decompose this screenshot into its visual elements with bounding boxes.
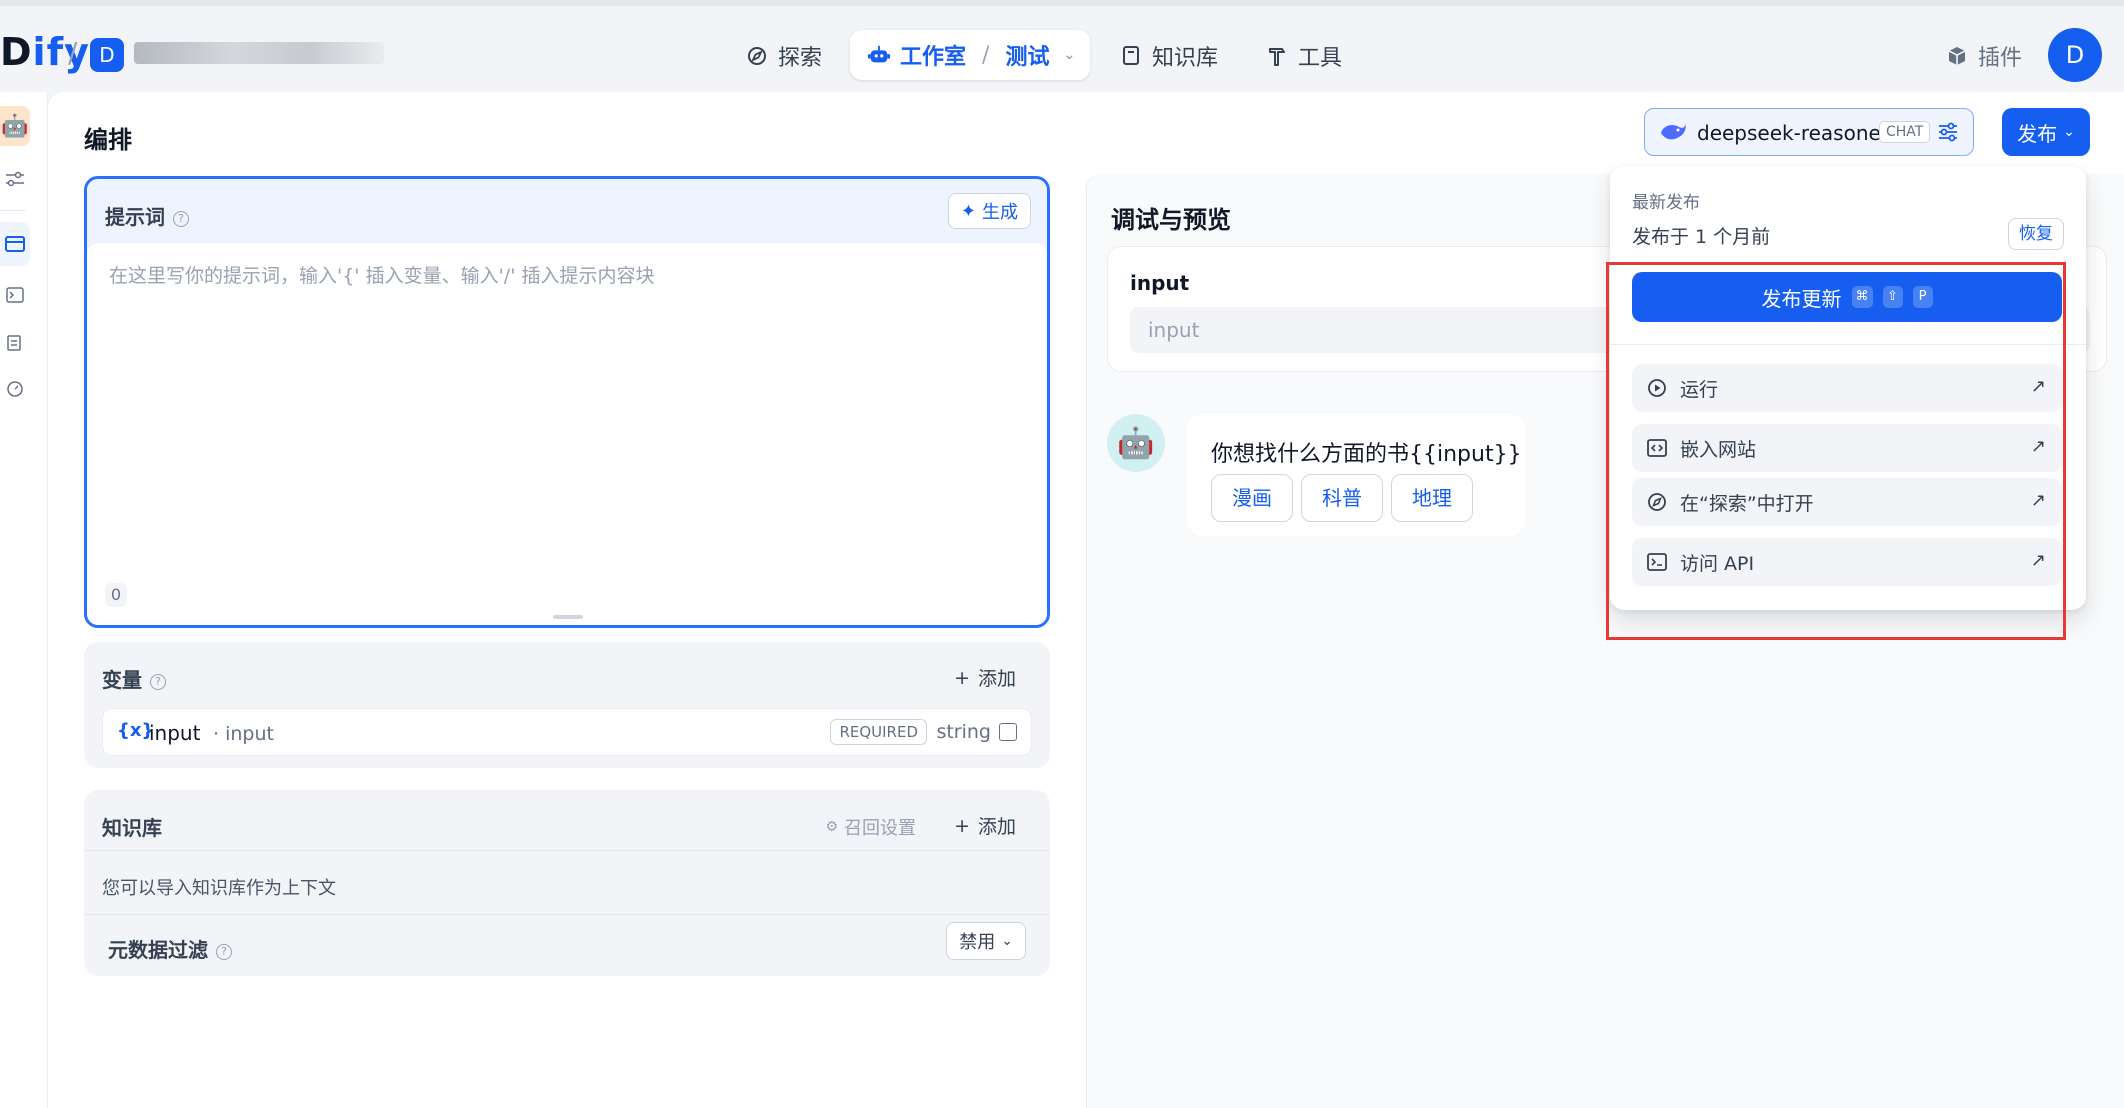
chat-message: 你想找什么方面的书{{input}} 漫画 科普 地理 [1187, 414, 1525, 536]
prompt-label: 提示词? [105, 201, 189, 230]
nav-tools[interactable]: 工具 [1266, 36, 1342, 76]
model-name: deepseek-reasoner [1697, 121, 1890, 145]
app-sidebar: 🤖 [0, 92, 48, 1108]
nav-plugins[interactable]: 插件 [1946, 36, 2022, 76]
robot-icon [868, 44, 890, 66]
variable-label: · input [213, 723, 274, 745]
cube-icon [1946, 45, 1968, 67]
logs-icon[interactable] [0, 328, 30, 358]
add-variable-label: 添加 [977, 668, 1016, 690]
prompt-char-count: 0 [105, 583, 127, 607]
metadata-filter-select[interactable]: 禁用 ⌄ [946, 922, 1026, 960]
prompt-header: 提示词? ✦ 生成 [87, 179, 1047, 243]
user-avatar[interactable]: D [2048, 28, 2102, 82]
generate-label: 生成 [982, 202, 1018, 223]
variable-type: string [936, 721, 991, 743]
app-icon[interactable]: 🤖 [0, 106, 30, 146]
hammer-icon [1266, 45, 1288, 67]
add-knowledge-button[interactable]: + 添加 [954, 812, 1016, 839]
book-icon [1120, 45, 1142, 67]
add-knowledge-label: 添加 [977, 816, 1016, 838]
deepseek-whale-icon [1661, 124, 1686, 140]
page-title: 编排 [84, 126, 132, 154]
bot-avatar: 🤖 [1107, 414, 1165, 472]
edit-variable-icon[interactable] [999, 723, 1017, 741]
divider [84, 850, 1050, 851]
nav-knowledge-label: 知识库 [1152, 46, 1219, 71]
chevron-down-icon: ⌄ [1001, 933, 1013, 949]
metadata-filter-title: 元数据过滤? [108, 934, 232, 963]
chat-message-text: 你想找什么方面的书{{input}} [1211, 442, 1522, 467]
suggestion-button[interactable]: 科普 [1301, 474, 1383, 522]
compass-icon [746, 45, 768, 67]
metadata-filter-value: 禁用 [959, 932, 996, 953]
required-badge: REQUIRED [830, 719, 927, 745]
orchestrate-icon[interactable] [0, 222, 30, 266]
model-params-icon[interactable] [1937, 121, 1959, 143]
variables-title: 变量? [102, 664, 166, 693]
plus-icon: + [954, 814, 970, 837]
help-icon[interactable]: ? [173, 210, 189, 227]
model-selector[interactable]: deepseek-reasoner CHAT [1644, 108, 1974, 156]
debug-title: 调试与预览 [1111, 206, 1231, 234]
top-navbar: Dify / D 探索 工作室 / 测试 ⌄ 知识库 工具 插件 D [0, 0, 2124, 92]
settings-sliders-icon[interactable] [0, 164, 30, 194]
nav-explore-label: 探索 [778, 46, 823, 71]
dashboard-gauge-icon[interactable] [0, 374, 30, 404]
help-icon[interactable]: ? [216, 943, 232, 960]
nav-tools-label: 工具 [1298, 46, 1343, 71]
suggestion-button[interactable]: 漫画 [1211, 474, 1293, 522]
nav-studio[interactable]: 工作室 / 测试 ⌄ [850, 30, 1090, 80]
workspace-name-blurred[interactable] [134, 42, 384, 64]
rail-divider [0, 210, 26, 211]
prompt-placeholder: 在这里写你的提示词，输入'{' 插入变量、输入'/' 插入提示内容块 [109, 265, 655, 287]
knowledge-title: 知识库 [102, 816, 162, 840]
nav-studio-app[interactable]: 测试 [1005, 39, 1049, 71]
debug-input-placeholder: input [1148, 318, 1200, 342]
suggestion-button[interactable]: 地理 [1391, 474, 1473, 522]
nav-separator: / [982, 42, 990, 68]
knowledge-card: 知识库 ⚙ 召回设置 + 添加 您可以导入知识库作为上下文 元数据过滤? 禁用 … [84, 790, 1050, 976]
divider [84, 914, 1050, 915]
sparkle-icon: ✦ [960, 200, 976, 222]
model-mode-badge: CHAT [1879, 121, 1931, 143]
settings-sliders-icon: ⚙ [825, 819, 838, 835]
knowledge-description: 您可以导入知识库作为上下文 [102, 878, 336, 899]
restore-button[interactable]: 恢复 [2008, 218, 2064, 250]
prompt-editor-card: 提示词? ✦ 生成 在这里写你的提示词，输入'{' 插入变量、输入'/' 插入提… [84, 176, 1050, 628]
highlight-annotation-box [1606, 262, 2066, 640]
publish-label: 发布 [2017, 121, 2058, 146]
workspace-avatar[interactable]: D [90, 38, 124, 72]
nav-plugins-label: 插件 [1978, 46, 2023, 71]
terminal-icon[interactable] [0, 280, 30, 310]
chevron-down-icon[interactable]: ⌄ [1063, 47, 1075, 63]
variables-card: 变量? + 添加 {x} input · input REQUIRED stri… [84, 642, 1050, 768]
nav-explore[interactable]: 探索 [746, 36, 822, 76]
publish-button[interactable]: 发布 ⌄ [2002, 108, 2090, 156]
plus-icon: + [954, 666, 970, 689]
resize-handle[interactable] [553, 615, 583, 619]
latest-publish-label: 最新发布 [1632, 193, 1700, 213]
add-variable-button[interactable]: + 添加 [954, 664, 1016, 691]
recall-settings-label: 召回设置 [844, 818, 916, 839]
recall-settings-button[interactable]: ⚙ 召回设置 [825, 814, 916, 840]
nav-studio-label: 工作室 [900, 45, 967, 70]
nav-knowledge[interactable]: 知识库 [1120, 36, 1218, 76]
prompt-textarea[interactable]: 在这里写你的提示词，输入'{' 插入变量、输入'/' 插入提示内容块 0 [87, 243, 1047, 625]
help-icon[interactable]: ? [150, 673, 166, 690]
breadcrumb-separator: / [68, 36, 78, 69]
variable-key: input [149, 721, 201, 745]
variable-row[interactable]: {x} input · input REQUIRED string [102, 708, 1032, 756]
published-time: 发布于 1 个月前 [1632, 226, 1771, 248]
debug-input-label: input [1130, 271, 1190, 295]
generate-prompt-button[interactable]: ✦ 生成 [947, 193, 1031, 229]
chevron-down-icon: ⌄ [2063, 124, 2075, 140]
